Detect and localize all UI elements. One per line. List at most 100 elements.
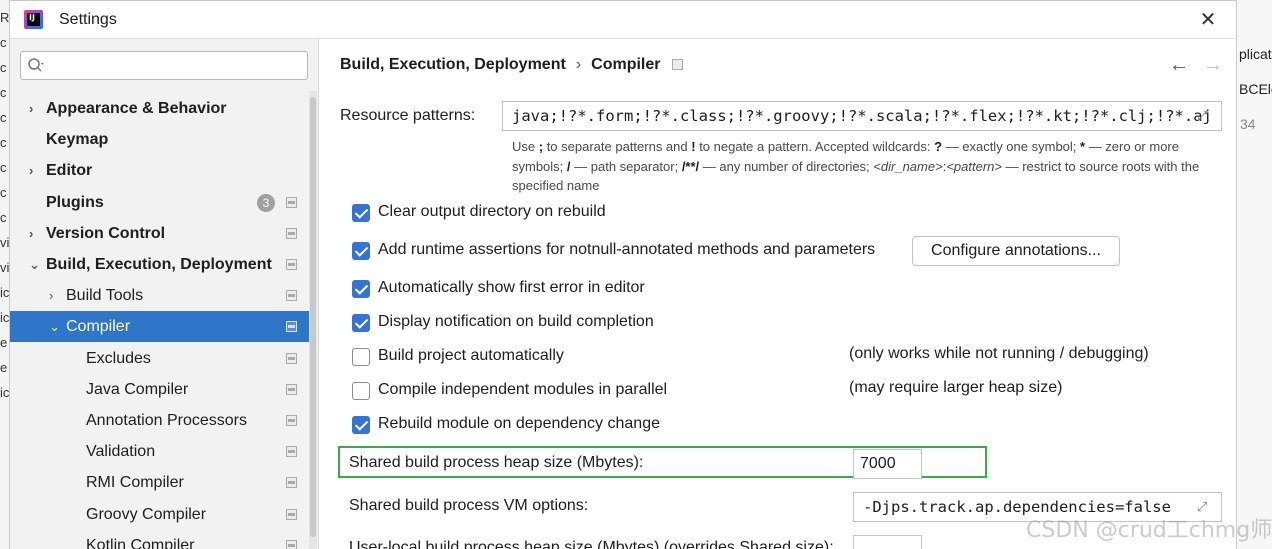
option-checkbox[interactable] bbox=[352, 348, 370, 366]
watermark: CSDN @crud工chmg师 bbox=[1026, 518, 1272, 543]
user-heap-size-input[interactable] bbox=[853, 535, 922, 549]
background-text: BCEle bbox=[1239, 81, 1272, 97]
background-text: c bbox=[0, 35, 7, 50]
project-scope-icon bbox=[286, 290, 297, 302]
background-window-right: plicat BCEle 34 bbox=[1237, 0, 1272, 549]
background-text: ic bbox=[0, 310, 10, 325]
sidebar-item-label: Appearance & Behavior bbox=[46, 100, 227, 117]
sidebar-scrollbar-thumb[interactable] bbox=[310, 97, 316, 537]
sidebar-item-label: Version Control bbox=[46, 224, 166, 242]
heap-size-input[interactable]: 7000 bbox=[853, 449, 922, 479]
heap-size-value: 7000 bbox=[860, 455, 896, 472]
sidebar-item-label: Build Tools bbox=[66, 287, 144, 305]
sidebar-item-rmi-compiler[interactable]: RMI Compiler bbox=[10, 467, 309, 498]
sidebar-item-version-control[interactable]: › Version Control bbox=[10, 218, 309, 249]
sidebar-item-build-tools[interactable]: › Build Tools bbox=[10, 280, 309, 311]
sidebar-item-label: Plugins bbox=[46, 193, 104, 211]
sidebar-item-java-compiler[interactable]: Java Compiler bbox=[10, 374, 309, 405]
sidebar-item-excludes[interactable]: Excludes bbox=[10, 343, 309, 374]
background-text: c bbox=[0, 110, 7, 125]
sidebar-item-appearance-behavior[interactable]: › Appearance & Behavior bbox=[10, 93, 309, 124]
intellij-app-icon: IJ bbox=[24, 10, 43, 29]
sidebar-item-label: Annotation Processors bbox=[86, 412, 247, 429]
chevron-right-icon[interactable]: › bbox=[29, 155, 41, 186]
option-checkbox[interactable] bbox=[352, 242, 370, 260]
option-label[interactable]: Automatically show first error in editor bbox=[378, 279, 645, 297]
sidebar-item-label: Validation bbox=[86, 443, 156, 461]
background-text: ic bbox=[0, 385, 10, 400]
sidebar-item-label: Keymap bbox=[46, 131, 109, 149]
sidebar-item-editor[interactable]: › Editor bbox=[10, 155, 309, 186]
chevron-right-icon[interactable]: › bbox=[29, 218, 41, 249]
option-checkbox[interactable] bbox=[352, 416, 370, 434]
resource-patterns-input[interactable]: java;!?*.form;!?*.class;!?*.groovy;!?*.s… bbox=[502, 101, 1222, 131]
option-checkbox[interactable] bbox=[352, 280, 370, 298]
option-label[interactable]: Clear output directory on rebuild bbox=[378, 203, 606, 221]
option-label[interactable]: Display notification on build completion bbox=[378, 313, 654, 331]
sidebar-item-label: RMI Compiler bbox=[86, 474, 184, 492]
option-label[interactable]: Add runtime assertions for notnull-annot… bbox=[378, 241, 875, 259]
option-note: (only works while not running / debuggin… bbox=[849, 345, 1149, 362]
background-text: c bbox=[0, 135, 7, 150]
settings-sidebar: › Appearance & Behavior Keymap › Editor Plugi… bbox=[10, 39, 319, 549]
option-label[interactable]: Rebuild module on dependency change bbox=[378, 415, 660, 433]
project-scope-icon bbox=[286, 508, 297, 520]
project-scope-icon bbox=[286, 259, 297, 270]
background-text: e bbox=[0, 360, 8, 375]
sidebar-item-label: Build, Execution, Deployment bbox=[46, 256, 272, 273]
sidebar-item-annotation-processors[interactable]: Annotation Processors bbox=[10, 405, 309, 436]
background-text: e bbox=[0, 335, 8, 350]
option-label[interactable]: Compile independent modules in parallel bbox=[378, 381, 667, 399]
project-scope-icon bbox=[672, 59, 684, 70]
sidebar-item-groovy-compiler[interactable]: Groovy Compiler bbox=[10, 499, 309, 530]
chevron-down-icon[interactable]: ⌄ bbox=[29, 249, 41, 280]
sidebar-item-label: Groovy Compiler bbox=[86, 505, 207, 523]
close-button[interactable]: ✕ bbox=[1197, 9, 1219, 31]
resource-patterns-value: java;!?*.form;!?*.class;!?*.groovy;!?*.s… bbox=[512, 107, 1212, 125]
sidebar-item-kotlin-compiler[interactable]: Kotlin Compiler bbox=[10, 530, 309, 549]
background-text: R bbox=[0, 10, 10, 25]
title-bar: IJ Settings ✕ bbox=[10, 1, 1236, 39]
breadcrumb-current: Compiler bbox=[591, 56, 661, 73]
sidebar-item-plugins[interactable]: Plugins 3 bbox=[10, 187, 309, 218]
background-text: plicat bbox=[1239, 46, 1272, 62]
chevron-right-icon[interactable]: › bbox=[49, 280, 61, 311]
background-text: c bbox=[0, 210, 7, 225]
configure-annotations-button[interactable]: Configure annotations... bbox=[912, 236, 1120, 266]
breadcrumb-parent[interactable]: Build, Execution, Deployment bbox=[340, 56, 566, 73]
sidebar-item-label: Editor bbox=[46, 162, 93, 180]
forward-arrow-icon[interactable]: → bbox=[1203, 54, 1223, 77]
sidebar-item-label: Excludes bbox=[86, 349, 151, 367]
background-text: vi bbox=[0, 260, 10, 275]
background-text: c bbox=[0, 160, 7, 175]
sidebar-item-build-execution-deployment[interactable]: ⌄ Build, Execution, Deployment bbox=[10, 249, 309, 280]
sidebar-item-label: Java Compiler bbox=[86, 380, 189, 398]
option-checkbox[interactable] bbox=[352, 314, 370, 332]
option-note: (may require larger heap size) bbox=[849, 379, 1063, 396]
project-scope-icon bbox=[286, 446, 297, 458]
project-scope-icon bbox=[286, 352, 297, 364]
project-scope-icon bbox=[286, 477, 297, 489]
sidebar-item-keymap[interactable]: Keymap bbox=[10, 124, 309, 155]
heap-size-label: Shared build process heap size (Mbytes): bbox=[349, 454, 644, 471]
option-checkbox[interactable] bbox=[352, 204, 370, 222]
sidebar-item-validation[interactable]: Validation bbox=[10, 436, 309, 467]
breadcrumb-separator: › bbox=[575, 56, 582, 73]
search-input[interactable] bbox=[20, 51, 308, 80]
background-text: vi bbox=[0, 235, 10, 250]
compiler-settings-panel: Build, Execution, Deployment › Compiler ← … bbox=[320, 39, 1236, 549]
back-arrow-icon[interactable]: ← bbox=[1169, 54, 1189, 77]
project-scope-icon bbox=[286, 415, 297, 426]
project-scope-icon bbox=[286, 539, 297, 549]
vm-options-label: Shared build process VM options: bbox=[349, 497, 589, 514]
background-text: ic bbox=[0, 285, 10, 300]
chevron-down-icon[interactable]: ⌄ bbox=[49, 311, 61, 342]
option-label[interactable]: Build project automatically bbox=[378, 347, 564, 365]
project-scope-icon bbox=[286, 227, 297, 239]
project-scope-icon bbox=[286, 321, 297, 333]
option-checkbox[interactable] bbox=[352, 382, 370, 400]
window-title: Settings bbox=[59, 11, 117, 28]
chevron-right-icon[interactable]: › bbox=[29, 93, 41, 124]
sidebar-item-compiler[interactable]: ⌄ Compiler bbox=[10, 311, 309, 343]
expand-icon[interactable]: ⤢ bbox=[1197, 108, 1213, 124]
